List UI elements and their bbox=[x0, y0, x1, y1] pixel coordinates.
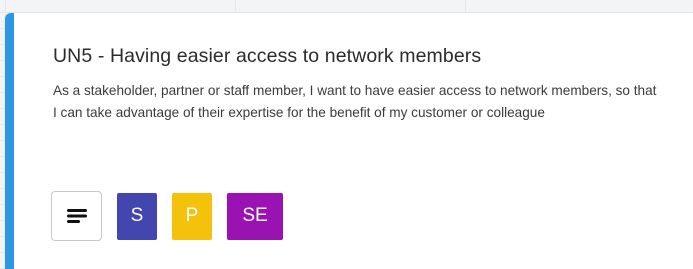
card-description: As a stakeholder, partner or staff membe… bbox=[53, 83, 657, 120]
card-title: UN5 - Having easier access to network me… bbox=[53, 45, 482, 67]
tag-stakeholder[interactable]: S bbox=[117, 192, 157, 240]
card-actions: S P SE bbox=[51, 191, 283, 241]
user-story-card[interactable]: UN5 - Having easier access to network me… bbox=[5, 13, 693, 269]
tag-staff-member[interactable]: SE bbox=[227, 192, 283, 240]
text-lines-icon bbox=[66, 209, 87, 223]
details-button[interactable] bbox=[51, 191, 102, 241]
tag-partner[interactable]: P bbox=[172, 192, 212, 240]
